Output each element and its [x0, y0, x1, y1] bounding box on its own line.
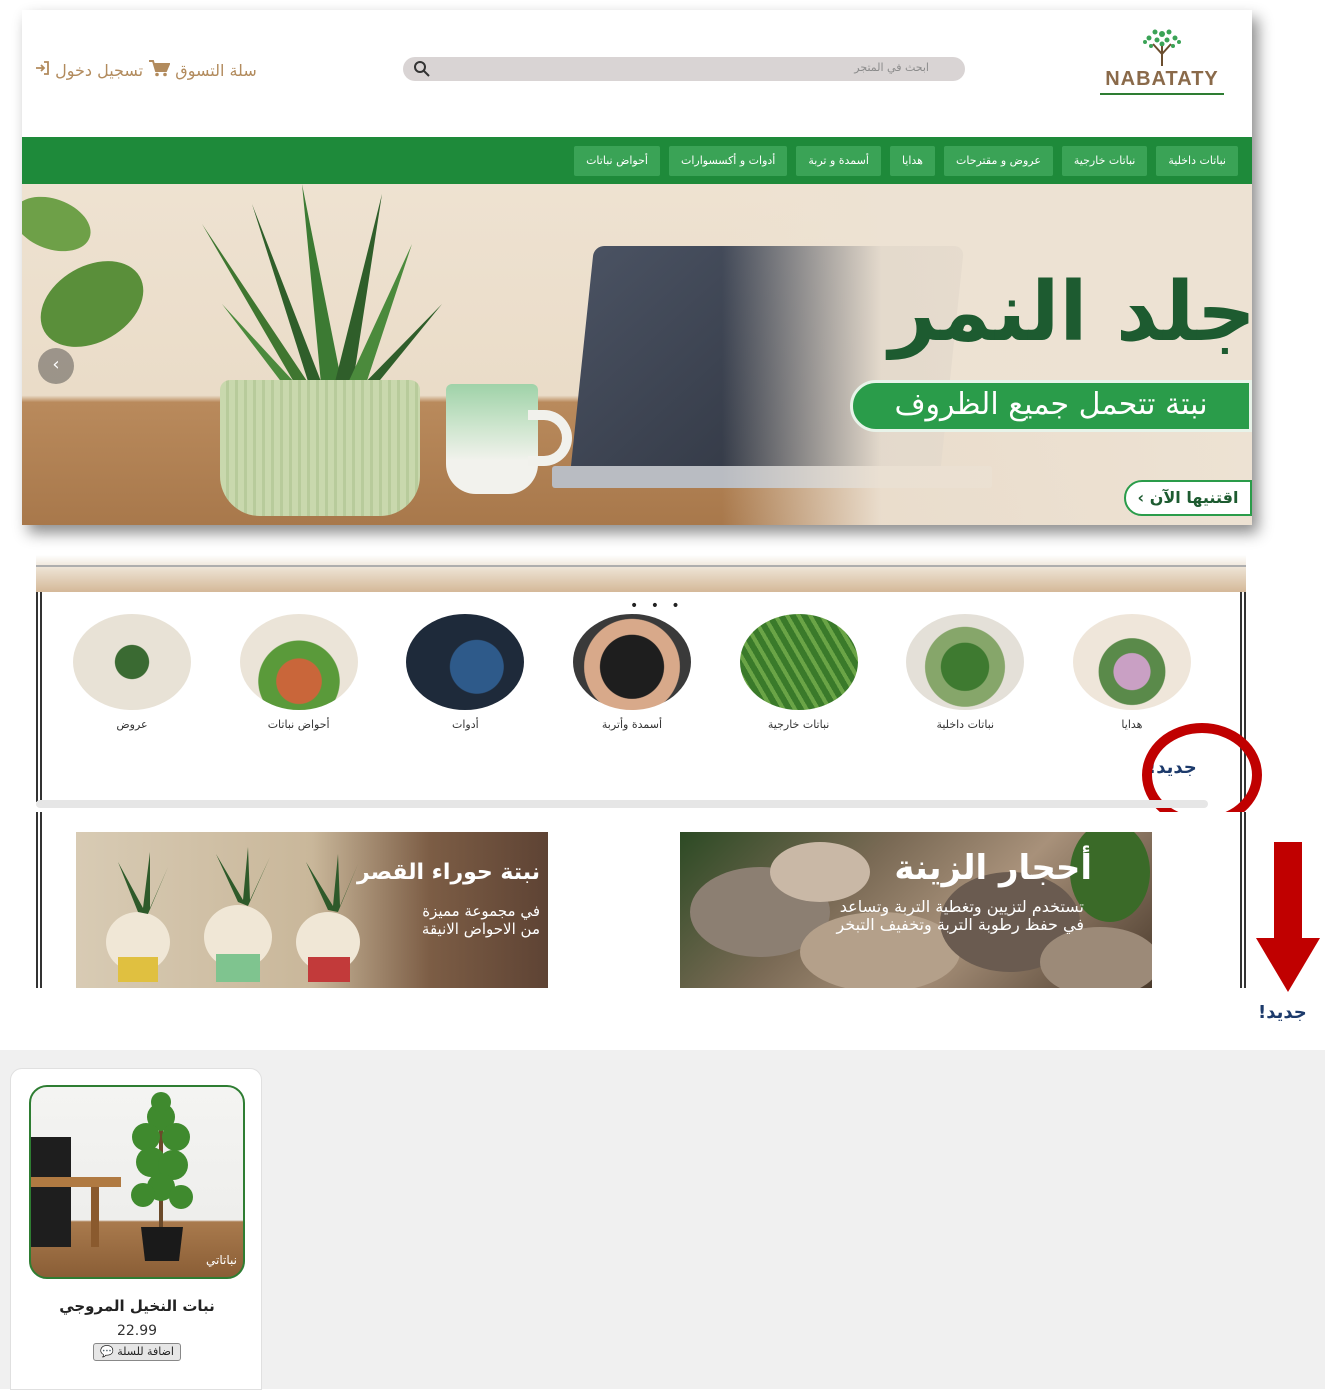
- carousel-prev-button[interactable]: ‹: [38, 348, 74, 384]
- category-label: أدوات: [451, 718, 479, 731]
- chat-icon: 💬: [100, 1345, 114, 1358]
- header-links: سلة التسوق تسجيل دخول: [34, 59, 257, 81]
- product-watermark: نباتاتي: [206, 1253, 237, 1267]
- hero-tagline: نبتة تتحمل جميع الظروف: [850, 380, 1252, 432]
- category-image: [406, 614, 525, 710]
- pot-image: [220, 380, 420, 516]
- down-arrow-icon: [1256, 842, 1320, 992]
- category-image: [906, 614, 1025, 710]
- banner-line: في حفظ رطوبة التربة وتخفيف التبخر: [836, 915, 1084, 934]
- section-divider: [36, 800, 1208, 808]
- promo-banner-haworthia[interactable]: نبتة حوراء القصر في مجموعة مميزة من الاح…: [76, 832, 548, 988]
- homepage-screenshot: NABATATY ابحث في المتجر سلة التسوق تسجيل…: [22, 10, 1252, 525]
- add-to-cart-button[interactable]: اضافة للسلة 💬: [93, 1343, 181, 1361]
- mug-image: [446, 384, 538, 494]
- palm-plant-image: [31, 1092, 193, 1261]
- banner-subtitle: تستخدم لتزيين وتغطية التربة وتساعد في حف…: [837, 898, 1084, 934]
- category-label: أسمدة وأتربة: [601, 718, 663, 731]
- search-icon[interactable]: [413, 60, 431, 78]
- category-outdoor[interactable]: نباتات خارجية: [739, 614, 859, 731]
- search-placeholder: ابحث في المتجر: [854, 61, 929, 74]
- nav-indoor-plants[interactable]: نباتات داخلية: [1156, 146, 1238, 176]
- search-input[interactable]: ابحث في المتجر: [403, 57, 965, 81]
- banner-title: أحجار الزينة: [894, 848, 1092, 888]
- cart-link[interactable]: سلة التسوق: [175, 61, 256, 80]
- nav-outdoor-plants[interactable]: نباتات خارجية: [1061, 146, 1148, 176]
- category-image: [1072, 614, 1191, 710]
- category-gifts[interactable]: هدايا: [1072, 614, 1192, 731]
- category-pots[interactable]: أحواض نباتات: [239, 614, 359, 731]
- nav-offers[interactable]: عروض و مقترحات: [943, 146, 1053, 176]
- category-image: [73, 614, 191, 710]
- tree-logo-icon: [1143, 29, 1181, 66]
- banner-line: في مجموعة مميزة: [422, 902, 540, 920]
- nav-gifts[interactable]: هدايا: [889, 146, 935, 176]
- category-fertilizers[interactable]: أسمدة وأتربة: [572, 614, 692, 731]
- product-image: نباتاتي: [29, 1085, 245, 1279]
- category-label: نباتات داخلية: [936, 718, 995, 731]
- promo-banners: نبتة حوراء القصر في مجموعة مميزة من الاح…: [36, 812, 1246, 988]
- cart-icon[interactable]: [148, 59, 171, 81]
- category-tools[interactable]: أدوات: [405, 614, 525, 731]
- promo-banner-stones[interactable]: أحجار الزينة تستخدم لتزيين وتغطية التربة…: [680, 832, 1152, 988]
- category-image: [739, 614, 858, 710]
- add-to-cart-label: اضافة للسلة: [117, 1345, 174, 1358]
- carousel-dots[interactable]: • • •: [630, 598, 684, 614]
- product-price: 22.99: [116, 1323, 158, 1339]
- nav-tools[interactable]: أدوات و أكسسوارات: [668, 146, 788, 176]
- banner-subtitle: في مجموعة مميزة من الاحواض الانيقة: [422, 902, 540, 938]
- succulent-pots-image: [106, 847, 360, 982]
- product-name: نبات النخيل المروجي: [59, 1297, 215, 1315]
- hero-banner: ‹ جلد النمر نبتة تتحمل جميع الظروف اقتني…: [22, 184, 1252, 525]
- main-nav: نباتات داخلية نباتات خارجية عروض و مقترح…: [22, 137, 1252, 184]
- category-image: [239, 614, 358, 710]
- products-section: نباتاتي نبات النخيل المروجي 22.99 اضافة …: [0, 1050, 1325, 1390]
- banner-line: تستخدم لتزيين وتغطية التربة وتساعد: [839, 897, 1084, 916]
- hero-cta-button[interactable]: اقتنيها الآن ›: [1124, 480, 1252, 516]
- mug-handle: [528, 410, 572, 466]
- category-label: نباتات خارجية: [767, 718, 830, 731]
- reflection-strip: [36, 555, 1246, 593]
- logo[interactable]: NABATATY: [1100, 24, 1224, 104]
- category-image: [572, 614, 691, 710]
- nav-fertilizers[interactable]: أسمدة و تربة: [796, 146, 881, 176]
- site-header: NABATATY ابحث في المتجر سلة التسوق تسجيل…: [22, 10, 1252, 137]
- logo-text: NABATATY: [1100, 68, 1224, 95]
- category-strip: • • • هدايا نباتات داخلية نباتات خارجية …: [36, 592, 1246, 802]
- login-link[interactable]: تسجيل دخول: [55, 61, 143, 80]
- hero-title: جلد النمر: [889, 265, 1252, 360]
- category-label: أحواض نباتات: [267, 718, 330, 731]
- banner-line: من الاحواض الانيقة: [421, 920, 540, 938]
- category-label: عروض: [116, 718, 148, 731]
- category-offers[interactable]: عروض: [72, 614, 192, 731]
- new-arrow-label: جديد!: [1258, 1002, 1307, 1023]
- nav-pots[interactable]: أحواض نباتات: [574, 146, 660, 176]
- login-icon[interactable]: [34, 60, 50, 80]
- category-indoor[interactable]: نباتات داخلية: [905, 614, 1025, 731]
- product-card[interactable]: نباتاتي نبات النخيل المروجي 22.99 اضافة …: [10, 1068, 262, 1390]
